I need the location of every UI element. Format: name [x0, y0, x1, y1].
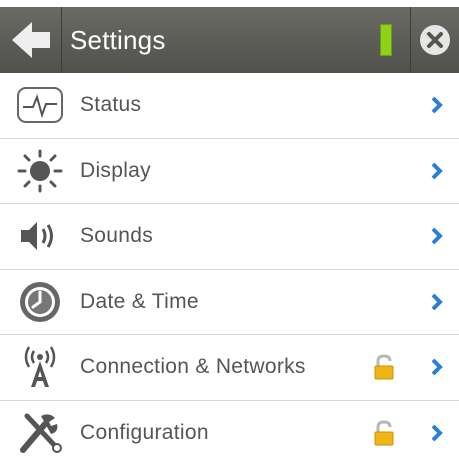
menu-item-status[interactable]: Status — [0, 73, 459, 139]
battery-level-icon — [379, 24, 392, 56]
menu-item-label: Connection & Networks — [80, 355, 306, 379]
chevron-right-icon — [414, 227, 459, 245]
arrow-left-icon — [11, 22, 50, 58]
lock-icon — [354, 354, 414, 380]
menu-item-display[interactable]: Display — [0, 138, 459, 204]
speaker-icon — [0, 204, 80, 269]
settings-menu: Status Display Sounds Date & Time Connec… — [0, 73, 459, 464]
clock-icon — [0, 269, 80, 334]
back-button[interactable] — [0, 7, 62, 73]
battery-indicator — [361, 7, 411, 73]
menu-item-label: Date & Time — [80, 289, 199, 313]
close-icon — [420, 25, 450, 55]
chevron-right-icon — [414, 162, 459, 180]
chevron-right-icon — [414, 96, 459, 114]
title-bar: Settings — [0, 7, 459, 73]
menu-item-connection-networks[interactable]: Connection & Networks — [0, 335, 459, 401]
close-button[interactable] — [411, 7, 459, 73]
antenna-icon — [0, 335, 80, 400]
menu-item-date-time[interactable]: Date & Time — [0, 269, 459, 335]
pulse-icon — [0, 73, 80, 138]
tools-icon — [0, 401, 80, 464]
lock-icon — [354, 420, 414, 446]
chevron-right-icon — [414, 424, 459, 442]
menu-item-label: Status — [80, 93, 142, 117]
menu-item-label: Sounds — [80, 224, 154, 248]
chevron-right-icon — [414, 358, 459, 376]
page-title: Settings — [70, 24, 166, 55]
menu-item-label: Display — [80, 158, 151, 182]
menu-item-configuration[interactable]: Configuration — [0, 400, 459, 464]
chevron-right-icon — [414, 293, 459, 311]
menu-item-label: Configuration — [80, 421, 209, 445]
brightness-icon — [0, 138, 80, 203]
menu-item-sounds[interactable]: Sounds — [0, 204, 459, 270]
